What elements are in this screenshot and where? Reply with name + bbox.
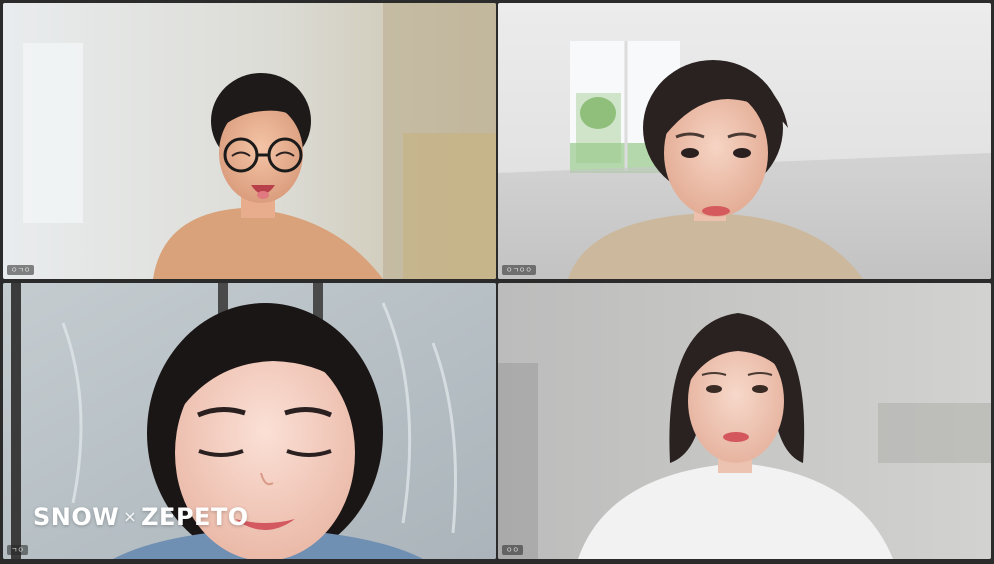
brand-zepeto: ZEPETO <box>141 503 249 531</box>
participant-name-tag: ㅇㄱㅇ <box>7 265 35 275</box>
brand-separator: × <box>123 507 138 526</box>
participant-tile-4[interactable]: ㅇㅇ <box>498 283 991 559</box>
video-call-grid: ㅇㄱㅇ ㅇㄱㅇㅇ ㄱㅇ SNOW × ZEPETO ㅇㅇ <box>3 3 991 561</box>
participant-name-tag: ㅇㅇ <box>502 545 523 555</box>
participant-name-tag: ㅇㄱㅇㅇ <box>502 265 536 275</box>
participant-tile-1[interactable]: ㅇㄱㅇ <box>3 3 496 279</box>
participant-video-1 <box>3 3 496 279</box>
participant-tile-3-active-speaker[interactable]: ㄱㅇ SNOW × ZEPETO <box>3 283 496 559</box>
participant-video-4 <box>498 283 991 559</box>
brand-snow: SNOW <box>33 503 120 531</box>
participant-tile-2[interactable]: ㅇㄱㅇㅇ <box>498 3 991 279</box>
participant-name-tag: ㄱㅇ <box>7 545 28 555</box>
participant-video-2 <box>498 3 991 279</box>
snow-zepeto-watermark: SNOW × ZEPETO <box>33 503 249 531</box>
